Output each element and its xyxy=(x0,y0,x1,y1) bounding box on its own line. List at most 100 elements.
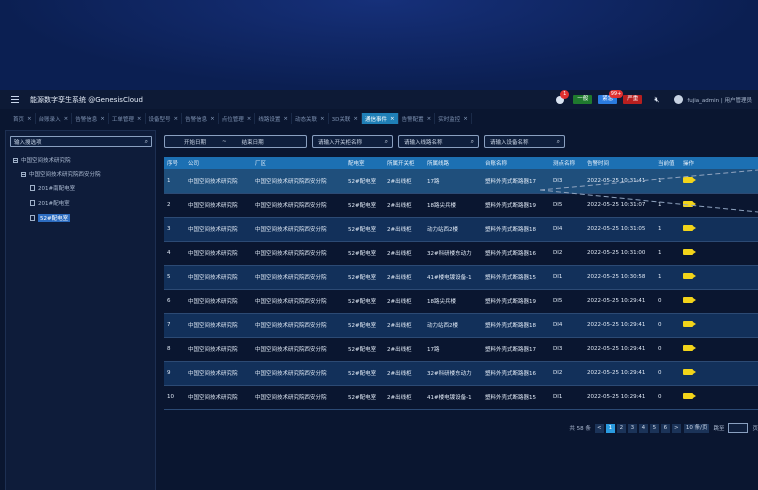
table-cell: 2#出线柜 xyxy=(384,385,424,410)
tab-12[interactable]: 实时监控 × xyxy=(435,113,472,124)
table-cell: 塑料外壳式断路器15 xyxy=(482,385,550,410)
table-row[interactable]: 5 中国空间技术研究院 中国空间技术研究院西安分院 52#配电室 2#出线柜 41#楼电镀… xyxy=(164,265,758,290)
tab-8[interactable]: 动态关联 × xyxy=(292,113,329,124)
table-row[interactable]: 6 中国空间技术研究院 中国空间技术研究院西安分院 52#配电室 2#出线柜 18路尖兵楼… xyxy=(164,289,758,314)
tab-9[interactable]: 3D关联 × xyxy=(329,113,362,124)
close-icon[interactable]: × xyxy=(137,116,142,122)
view-action-cell[interactable] xyxy=(680,385,758,410)
mute-icon[interactable]: 🔇︎ xyxy=(654,95,664,104)
search-icon[interactable]: ⌕ xyxy=(471,138,474,146)
video-icon[interactable] xyxy=(683,273,696,279)
tab-2[interactable]: 告警信息 × xyxy=(72,113,109,124)
table-cell: 2 xyxy=(164,193,185,218)
tab-1[interactable]: 台账录入 × xyxy=(36,113,73,124)
sidebar: 输入搜选项 ⌕ 中国空间技术研究院中国空间技术研究院西安分院 201#南配电室 201… xyxy=(5,130,156,490)
table-row[interactable]: 4 中国空间技术研究院 中国空间技术研究院西安分院 52#配电室 2#出线柜 32#科研楼… xyxy=(164,241,758,266)
close-icon[interactable]: × xyxy=(353,116,358,122)
tree-node[interactable]: 201#配电室 xyxy=(30,198,70,208)
table-row[interactable]: 7 中国空间技术研究院 中国空间技术研究院西安分院 52#配电室 2#出线柜 动力站西2楼… xyxy=(164,313,758,338)
collapse-icon[interactable] xyxy=(13,157,18,163)
close-icon[interactable]: × xyxy=(427,116,432,122)
close-icon[interactable]: × xyxy=(27,116,32,122)
table-cell: 0 xyxy=(655,337,680,362)
date-range-picker[interactable]: 开始日期 ~ 结束日期 xyxy=(164,135,307,148)
page-button[interactable]: 5 xyxy=(649,423,659,433)
cabinet-search-input[interactable]: 请输入开关柜名称 ⌕ xyxy=(312,135,393,148)
tab-label: 点位管理 xyxy=(221,116,244,123)
video-icon[interactable] xyxy=(683,393,696,399)
device-search-input[interactable]: 请输入设备名称 ⌕ xyxy=(484,135,565,148)
view-action-cell[interactable] xyxy=(680,241,758,266)
table-cell: 4 xyxy=(164,241,185,266)
close-icon[interactable]: × xyxy=(463,116,468,122)
close-icon[interactable]: × xyxy=(283,116,288,122)
column-header: 所属线路 xyxy=(424,157,482,169)
level-urgent-button[interactable]: 紧急 99+ xyxy=(598,90,624,104)
search-icon[interactable]: ⌕ xyxy=(145,138,148,146)
view-action-cell[interactable] xyxy=(680,289,758,314)
tree-node-label: 中国空间技术研究院西安分院 xyxy=(29,172,101,178)
page-size-select[interactable]: 10 条/页 xyxy=(683,423,710,433)
next-page-icon[interactable]: > xyxy=(671,423,681,433)
search-icon[interactable]: ⌕ xyxy=(557,138,560,146)
menu-icon[interactable] xyxy=(11,96,19,103)
close-icon[interactable]: × xyxy=(210,116,215,122)
video-icon[interactable] xyxy=(683,297,696,303)
level-normal-button[interactable]: 一般 xyxy=(573,95,593,104)
video-icon[interactable] xyxy=(683,225,696,231)
goto-page-input[interactable] xyxy=(728,423,749,433)
collapse-icon[interactable] xyxy=(21,171,26,177)
tab-5[interactable]: 告警信息 × xyxy=(182,113,219,124)
tab-6[interactable]: 点位管理 × xyxy=(219,113,256,124)
page-button[interactable]: 3 xyxy=(627,423,637,433)
close-icon[interactable]: × xyxy=(320,116,325,122)
avatar[interactable] xyxy=(674,95,684,104)
tab-3[interactable]: 工单管理 × xyxy=(109,113,146,124)
close-icon[interactable]: × xyxy=(247,116,252,122)
view-action-cell[interactable] xyxy=(680,265,758,290)
tree-node[interactable]: 中国空间技术研究院西安分院 xyxy=(21,169,101,179)
table-cell: 2022-05-25 10:31:00 xyxy=(584,241,655,266)
tab-10[interactable]: 通信事件 × xyxy=(361,113,399,124)
prev-page-icon[interactable]: < xyxy=(594,423,604,433)
search-icon[interactable]: ⌕ xyxy=(385,138,388,146)
tree-node[interactable]: 52#配电室 xyxy=(30,213,71,223)
table-cell: 2022-05-25 10:29:41 xyxy=(584,289,655,314)
close-icon[interactable]: × xyxy=(174,116,179,122)
page-button[interactable]: 6 xyxy=(660,423,670,433)
tree-search-input[interactable]: 输入搜选项 ⌕ xyxy=(10,136,152,147)
close-icon[interactable]: × xyxy=(64,116,69,122)
tab-label: 首页 xyxy=(13,116,25,123)
tab-4[interactable]: 设备型号 × xyxy=(146,113,183,124)
video-icon[interactable] xyxy=(683,321,696,327)
line-search-input[interactable]: 请输入线路名称 ⌕ xyxy=(398,135,479,148)
table-row[interactable]: 3 中国空间技术研究院 中国空间技术研究院西安分院 52#配电室 2#出线柜 动力站西2楼… xyxy=(164,217,758,242)
tree-node[interactable]: 中国空间技术研究院 xyxy=(13,155,71,165)
table-cell: 2#出线柜 xyxy=(384,289,424,314)
table-row[interactable]: 10 中国空间技术研究院 中国空间技术研究院西安分院 52#配电室 2#出线柜 41#楼电… xyxy=(164,385,758,410)
tree-node-label: 201#配电室 xyxy=(38,201,70,207)
page-button[interactable]: 4 xyxy=(638,423,648,433)
close-icon[interactable]: × xyxy=(390,116,395,122)
table-cell: 52#配电室 xyxy=(345,265,384,290)
level-severe-button[interactable]: 严重 xyxy=(623,95,643,104)
tab-0[interactable]: 首页 × xyxy=(10,113,36,124)
close-icon[interactable]: × xyxy=(100,116,105,122)
view-action-cell[interactable] xyxy=(680,361,758,386)
video-icon[interactable] xyxy=(683,249,696,255)
view-action-cell[interactable] xyxy=(680,313,758,338)
table-row[interactable]: 8 中国空间技术研究院 中国空间技术研究院西安分院 52#配电室 2#出线柜 17路 塑料外… xyxy=(164,337,758,362)
tab-11[interactable]: 告警配置 × xyxy=(399,113,436,124)
tree-node[interactable]: 201#南配电室 xyxy=(30,183,75,193)
video-icon[interactable] xyxy=(683,369,696,375)
user-info[interactable]: fujia_admin | 用户管理员 xyxy=(687,96,752,104)
page-button[interactable]: 1 xyxy=(605,423,615,433)
view-action-cell[interactable] xyxy=(680,337,758,362)
table-row[interactable]: 9 中国空间技术研究院 中国空间技术研究院西安分院 52#配电室 2#出线柜 32#科研楼… xyxy=(164,361,758,386)
bell-icon[interactable]: 1 xyxy=(555,90,570,104)
view-action-cell[interactable] xyxy=(680,217,758,242)
page-button[interactable]: 2 xyxy=(616,423,626,433)
tab-7[interactable]: 线路设置 × xyxy=(255,113,292,124)
table-cell: 52#配电室 xyxy=(345,217,384,242)
video-icon[interactable] xyxy=(683,345,696,351)
